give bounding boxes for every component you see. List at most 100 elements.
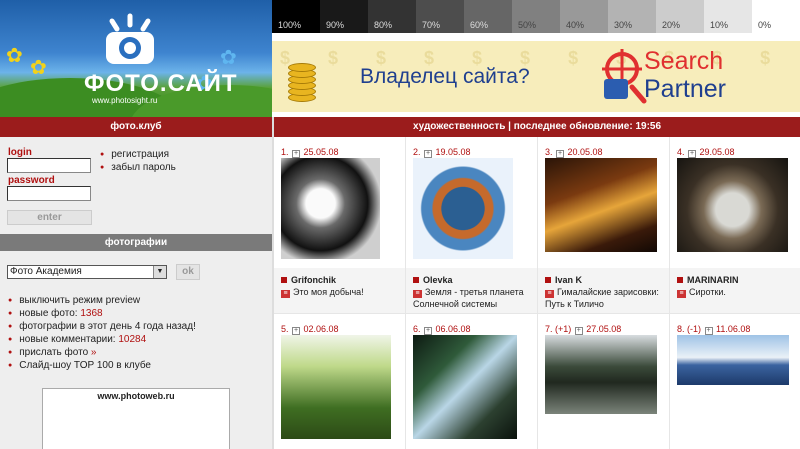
plus-icon[interactable]: + bbox=[292, 150, 301, 158]
plus-icon[interactable]: + bbox=[556, 150, 565, 158]
enter-button[interactable]: enter bbox=[7, 210, 92, 225]
sidebar-link[interactable]: прислать фото » bbox=[8, 347, 96, 358]
photo-card: 5. + 02.06.08 bbox=[274, 313, 406, 449]
club-bar[interactable]: фото.клуб bbox=[0, 117, 272, 137]
photo-title-link[interactable]: Это моя добыча! bbox=[281, 286, 405, 298]
photo-meta: OlevkaЗемля - третья планета Солнечной с… bbox=[406, 268, 537, 313]
logo-text: ФОТО.САЙТ bbox=[84, 70, 238, 97]
section-select-value: Фото Академия bbox=[10, 266, 82, 277]
site-logo-area[interactable]: ✿ ✿ ✿ ✿ ФОТО.САЙТ www.photosight.ru bbox=[0, 0, 272, 117]
plus-icon[interactable]: + bbox=[574, 327, 583, 335]
photo-card: 6. + 06.06.08 bbox=[406, 313, 538, 449]
gray-swatch-label: 80% bbox=[374, 20, 393, 30]
photoweb-thumbnail[interactable]: www.photoweb.ru bbox=[42, 388, 230, 449]
ok-button[interactable]: ok bbox=[176, 264, 200, 280]
sidebar-link[interactable]: фотографии в этот день 4 года назад! bbox=[8, 321, 196, 332]
gray-swatch-label: 50% bbox=[518, 20, 537, 30]
photo-card: 8. (-1) + 11.06.08 bbox=[670, 313, 800, 449]
photo-thumbnail[interactable] bbox=[677, 158, 788, 252]
gray-swatch-label: 100% bbox=[278, 20, 302, 30]
photo-thumbnail[interactable] bbox=[545, 335, 657, 414]
photo-rank[interactable]: 7. (+1) + 27.05.08 bbox=[545, 324, 621, 335]
photo-rank[interactable]: 8. (-1) + 11.06.08 bbox=[677, 324, 750, 335]
ad-banner[interactable]: $$$$$$$$$$$$$$$$$$$$$$$$$$$$$$$$$$$$$$ В… bbox=[272, 33, 800, 117]
search-partner-brand-line1: Search bbox=[644, 47, 724, 75]
status-bar: художественность | последнее обновление:… bbox=[274, 117, 800, 137]
gray-swatch-label: 10% bbox=[710, 20, 729, 30]
login-input[interactable] bbox=[7, 158, 91, 173]
photo-title-link[interactable]: Земля - третья планета Солнечной системы bbox=[413, 286, 537, 310]
password-input[interactable] bbox=[7, 186, 91, 201]
gray-swatch: 100% bbox=[272, 0, 320, 33]
gray-swatch: 10% bbox=[704, 0, 752, 33]
gray-swatch-label: 40% bbox=[566, 20, 585, 30]
photo-author-link[interactable]: Grifonchik bbox=[281, 275, 405, 285]
plus-icon[interactable]: + bbox=[424, 150, 433, 158]
plus-icon[interactable]: + bbox=[704, 327, 713, 335]
camera-logo-icon bbox=[106, 13, 154, 64]
photo-grid: 1. + 25.05.08GrifonchikЭто моя добыча!2.… bbox=[274, 137, 800, 449]
photo-rank[interactable]: 3. + 20.05.08 bbox=[545, 147, 603, 158]
flower-icon: ✿ bbox=[30, 57, 47, 79]
photo-author-link[interactable]: Olevka bbox=[413, 275, 537, 285]
photo-rank[interactable]: 5. + 02.06.08 bbox=[281, 324, 339, 335]
gray-swatch-label: 90% bbox=[326, 20, 345, 30]
gray-swatch: 60% bbox=[464, 0, 512, 33]
chevron-down-icon[interactable]: ▼ bbox=[153, 266, 166, 278]
plus-icon[interactable]: + bbox=[424, 327, 433, 335]
login-label: login bbox=[8, 147, 32, 158]
forgot-password-link[interactable]: забыл пароль bbox=[100, 162, 176, 173]
ad-text: Владелец сайта? bbox=[360, 65, 530, 88]
photo-rank[interactable]: 2. + 19.05.08 bbox=[413, 147, 471, 158]
search-partner-logo-icon bbox=[602, 49, 647, 104]
photo-author-link[interactable]: MARINARIN bbox=[677, 275, 800, 285]
photo-thumbnail[interactable] bbox=[413, 335, 517, 439]
plus-icon[interactable]: + bbox=[292, 327, 301, 335]
register-link[interactable]: регистрация bbox=[100, 149, 169, 160]
logo-url: www.photosight.ru bbox=[92, 96, 158, 105]
gray-swatch: 40% bbox=[560, 0, 608, 33]
photo-thumbnail[interactable] bbox=[281, 158, 380, 259]
gray-swatch-label: 60% bbox=[470, 20, 489, 30]
sidebar-link-value: 1368 bbox=[80, 308, 103, 319]
section-select[interactable]: Фото Академия ▼ bbox=[7, 265, 167, 279]
photo-title-link[interactable]: Гималайские зарисовки: Путь к Тиличо bbox=[545, 286, 669, 310]
photo-author-link[interactable]: Ivan K bbox=[545, 275, 669, 285]
gray-swatch: 80% bbox=[368, 0, 416, 33]
photo-rank[interactable]: 6. + 06.06.08 bbox=[413, 324, 471, 335]
photo-thumbnail[interactable] bbox=[545, 158, 657, 252]
gray-swatch: 90% bbox=[320, 0, 368, 33]
sidebar-link[interactable]: новые комментарии: 10284 bbox=[8, 334, 146, 345]
gray-swatch: 0% bbox=[752, 0, 800, 33]
plus-icon[interactable]: + bbox=[688, 150, 697, 158]
sidebar-link[interactable]: Слайд-шоу TOP 100 в клубе bbox=[8, 360, 151, 371]
photo-card: 7. (+1) + 27.05.08 bbox=[538, 313, 670, 449]
flower-icon: ✿ bbox=[220, 47, 237, 69]
photo-card: 3. + 20.05.08 Ivan KГималайские зарисовки… bbox=[538, 137, 670, 313]
gray-swatch: 20% bbox=[656, 0, 704, 33]
photo-card: 4. + 29.05.08 MARINARINСиротки. bbox=[670, 137, 800, 313]
search-partner-brand-line2: Partner bbox=[644, 75, 726, 103]
gray-swatch: 50% bbox=[512, 0, 560, 33]
sidebar-link[interactable]: выключить режим preview bbox=[8, 295, 140, 306]
flower-icon: ✿ bbox=[6, 45, 23, 67]
gray-swatch-label: 30% bbox=[614, 20, 633, 30]
photo-title-link[interactable]: Сиротки. bbox=[677, 286, 800, 298]
photo-rank[interactable]: 1. + 25.05.08 bbox=[281, 147, 339, 158]
photo-rank[interactable]: 4. + 29.05.08 bbox=[677, 147, 735, 158]
sidebar-link-value: » bbox=[90, 347, 97, 358]
gray-swatch-label: 70% bbox=[422, 20, 441, 30]
photo-thumbnail[interactable] bbox=[281, 335, 391, 439]
sidebar: login password регистрация забыл пароль … bbox=[0, 137, 272, 449]
photo-card: 2. + 19.05.08 OlevkaЗемля - третья планет… bbox=[406, 137, 538, 313]
password-label: password bbox=[8, 175, 55, 186]
photo-thumbnail[interactable] bbox=[413, 158, 513, 259]
photo-thumbnail[interactable] bbox=[677, 335, 789, 385]
gray-swatch-label: 0% bbox=[758, 20, 772, 30]
sidebar-link[interactable]: новые фото: 1368 bbox=[8, 308, 103, 319]
photo-meta: GrifonchikЭто моя добыча! bbox=[274, 268, 405, 313]
photos-heading: фотографии bbox=[0, 234, 272, 251]
gray-swatch-label: 20% bbox=[662, 20, 681, 30]
photo-meta: Ivan KГималайские зарисовки: Путь к Тили… bbox=[538, 268, 669, 313]
gray-scale-strip: 100% 90% 80% 70% 60% 50% 40% 30% 20% 10% 0% bbox=[272, 0, 800, 33]
